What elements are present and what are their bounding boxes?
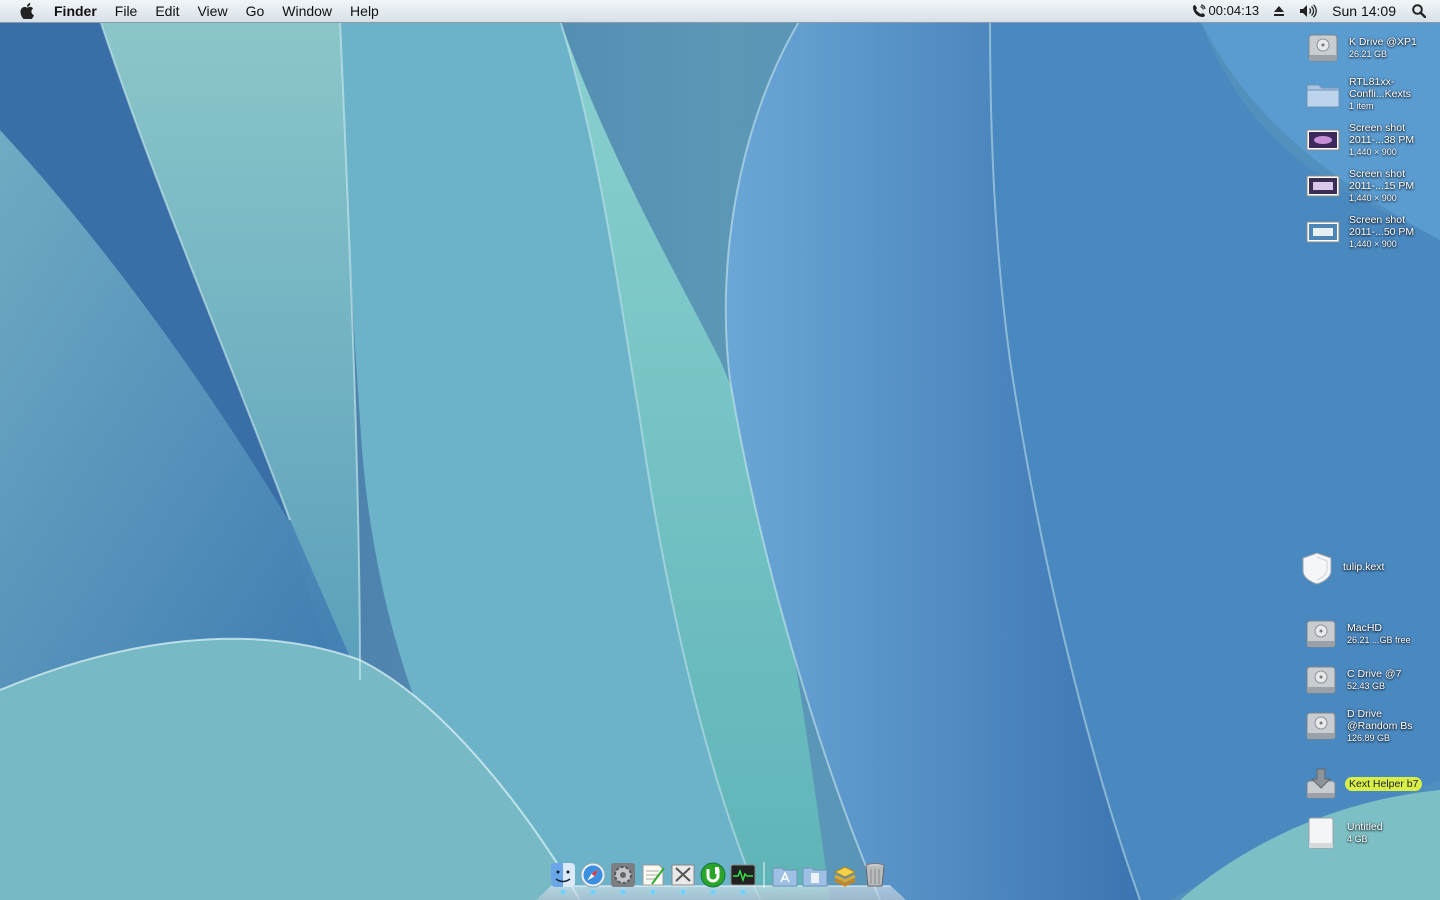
hard-drive-icon (1305, 30, 1341, 66)
finder-icon[interactable] (550, 860, 576, 894)
desktop-item-c-drive[interactable]: C Drive @7 52.43 GB (1303, 662, 1401, 698)
hard-drive-icon (1303, 708, 1339, 744)
script-editor-icon[interactable] (670, 860, 696, 894)
desktop-item-tulip-kext[interactable]: tulip.kext (1299, 550, 1384, 586)
desktop-item-label: Kext Helper b7 (1345, 777, 1423, 791)
hard-drive-icon (1303, 616, 1339, 652)
desktop-item-label: Untitled 4 GB (1347, 821, 1383, 844)
desktop-item-label: tulip.kext (1343, 561, 1385, 573)
safari-icon[interactable] (580, 860, 606, 894)
volume-icon[interactable] (1292, 4, 1324, 18)
kext-bundle-icon (1299, 550, 1335, 586)
screenshot-thumbnail-icon (1305, 122, 1341, 158)
dock-icons (550, 860, 888, 894)
desktop-item-label: C Drive @7 52.43 GB (1347, 668, 1402, 691)
dock-separator (763, 862, 765, 888)
desktop-item-screenshot-3[interactable]: Screen shot 2011-...50 PM 1,440 × 900 (1305, 214, 1414, 250)
desktop-item-screenshot-1[interactable]: Screen shot 2011-...38 PM 1,440 × 900 (1305, 122, 1414, 158)
running-indicator (591, 890, 595, 894)
desktop-item-k-drive[interactable]: K Drive @XP1 26.21 GB (1305, 30, 1417, 66)
call-timer-status[interactable]: 00:04:13 (1185, 0, 1267, 22)
removable-drive-icon (1303, 815, 1339, 851)
call-timer-text: 00:04:13 (1208, 3, 1260, 18)
documents-folder-icon[interactable] (802, 860, 828, 888)
desktop-item-screenshot-2[interactable]: Screen shot 2011-...15 PM 1,440 × 900 (1305, 168, 1414, 204)
menu-go[interactable]: Go (237, 0, 274, 22)
desktop-item-label: K Drive @XP1 26.21 GB (1349, 36, 1417, 59)
desktop-item-label: Screen shot 2011-...15 PM 1,440 × 900 (1349, 168, 1415, 203)
clock[interactable]: Sun 14:09 (1324, 0, 1406, 22)
downloads-stack-icon[interactable] (832, 860, 858, 888)
menu-app-name[interactable]: Finder (52, 0, 106, 22)
folder-icon (1305, 76, 1341, 112)
spotlight-search-icon[interactable] (1406, 4, 1440, 18)
status-area: 00:04:13 Sun 14:09 (1185, 0, 1440, 22)
desktop-item-kext-helper[interactable]: Kext Helper b7 (1303, 766, 1423, 802)
screenshot-thumbnail-icon (1305, 168, 1341, 204)
running-indicator (741, 890, 745, 894)
hard-drive-icon (1303, 662, 1339, 698)
menu-help[interactable]: Help (341, 0, 388, 22)
desktop-item-label: MacHD 26.21 ...GB free (1347, 622, 1411, 645)
menu-window[interactable]: Window (273, 0, 341, 22)
applications-folder-icon[interactable] (772, 860, 798, 888)
system-preferences-icon[interactable] (610, 860, 636, 894)
desktop-item-label: Screen shot 2011-...38 PM 1,440 × 900 (1349, 122, 1415, 157)
running-indicator (681, 890, 685, 894)
trash-icon[interactable] (862, 860, 888, 888)
desktop-item-label: D Drive @Random Bs 126.89 GB (1347, 708, 1413, 743)
dock (536, 860, 906, 900)
running-indicator (561, 890, 565, 894)
kext-helper-icon (1303, 766, 1339, 802)
running-indicator (651, 890, 655, 894)
menu-bar: Finder File Edit View Go Window Help 00:… (0, 0, 1440, 23)
textedit-icon[interactable] (640, 860, 666, 894)
menu-view[interactable]: View (188, 0, 236, 22)
running-indicator (711, 890, 715, 894)
running-indicator (621, 890, 625, 894)
utorrent-icon[interactable] (700, 860, 726, 894)
screenshot-thumbnail-icon (1305, 214, 1341, 250)
menu-edit[interactable]: Edit (146, 0, 188, 22)
desktop-item-machd[interactable]: MacHD 26.21 ...GB free (1303, 616, 1411, 652)
desktop-item-untitled[interactable]: Untitled 4 GB (1303, 815, 1383, 851)
desktop-wallpaper (0, 0, 1440, 900)
menu-file[interactable]: File (106, 0, 147, 22)
desktop-item-rtl-kexts-folder[interactable]: RTL81xx- Confli...Kexts 1 item (1305, 76, 1411, 112)
desktop-item-label: RTL81xx- Confli...Kexts 1 item (1349, 76, 1411, 111)
activity-monitor-icon[interactable] (730, 860, 756, 894)
desktop-item-d-drive[interactable]: D Drive @Random Bs 126.89 GB (1303, 708, 1413, 744)
desktop-item-label: Screen shot 2011-...50 PM 1,440 × 900 (1349, 214, 1415, 249)
eject-icon[interactable] (1266, 5, 1292, 17)
phone-icon (1192, 4, 1206, 18)
apple-logo-icon[interactable] (16, 0, 38, 22)
